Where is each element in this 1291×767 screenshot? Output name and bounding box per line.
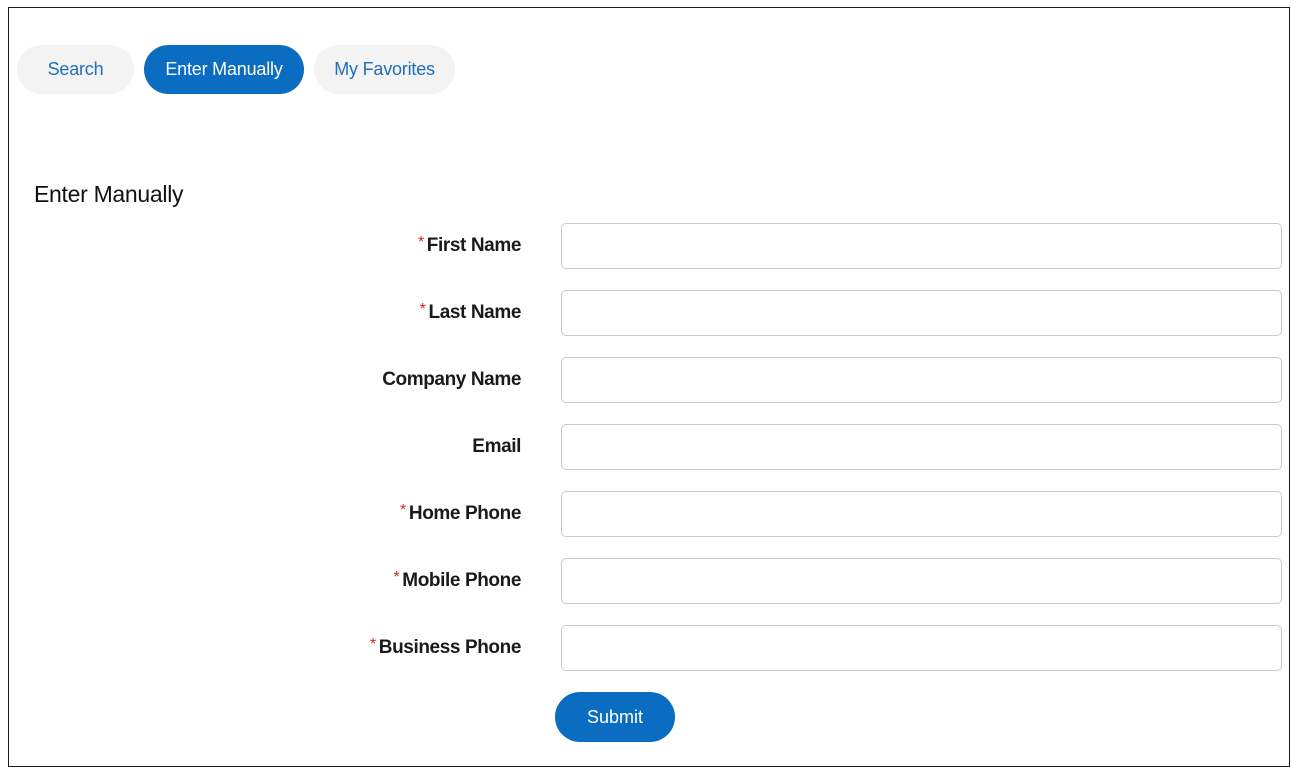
last-name-row: * Last Name [9, 290, 1291, 336]
required-marker: * [400, 502, 406, 519]
email-input[interactable] [561, 424, 1282, 470]
mobile-phone-label-text: Mobile Phone [402, 570, 521, 591]
required-marker: * [419, 301, 426, 318]
company-name-label: Company Name [382, 357, 521, 403]
home-phone-input[interactable] [561, 491, 1282, 537]
submit-button[interactable]: Submit [555, 692, 675, 742]
email-label: Email [472, 424, 521, 470]
email-row: Email [9, 424, 1291, 470]
first-name-row: * First Name [9, 223, 1291, 269]
section-title: Enter Manually [34, 181, 184, 207]
first-name-label-text: First Name [426, 235, 522, 256]
home-phone-label: * Home Phone [400, 491, 521, 537]
tab-search[interactable]: Search [17, 45, 134, 94]
mobile-phone-label: * Mobile Phone [393, 558, 521, 604]
home-phone-row: * Home Phone [9, 491, 1291, 537]
tab-my-favorites[interactable]: My Favorites [314, 45, 455, 94]
first-name-label: * First Name [418, 223, 521, 269]
required-marker: * [417, 234, 424, 251]
first-name-input[interactable] [561, 223, 1282, 269]
business-phone-label-text: Business Phone [378, 637, 522, 658]
business-phone-label: * Business Phone [370, 625, 521, 671]
tab-enter-manually[interactable]: Enter Manually [144, 45, 304, 94]
business-phone-input[interactable] [561, 625, 1282, 671]
last-name-label-text: Last Name [428, 302, 522, 323]
last-name-label: * Last Name [419, 290, 522, 336]
company-name-row: Company Name [9, 357, 1291, 403]
company-name-label-text: Company Name [382, 369, 521, 390]
mobile-phone-input[interactable] [561, 558, 1282, 604]
form-panel: Search Enter Manually My Favorites Enter… [8, 7, 1290, 767]
company-name-input[interactable] [561, 357, 1282, 403]
tab-bar: Search Enter Manually My Favorites [17, 45, 455, 94]
required-marker: * [369, 636, 376, 653]
last-name-input[interactable] [561, 290, 1282, 336]
email-label-text: Email [472, 436, 521, 457]
home-phone-label-text: Home Phone [408, 503, 522, 524]
mobile-phone-row: * Mobile Phone [9, 558, 1291, 604]
business-phone-row: * Business Phone [9, 625, 1291, 671]
required-marker: * [393, 569, 400, 586]
